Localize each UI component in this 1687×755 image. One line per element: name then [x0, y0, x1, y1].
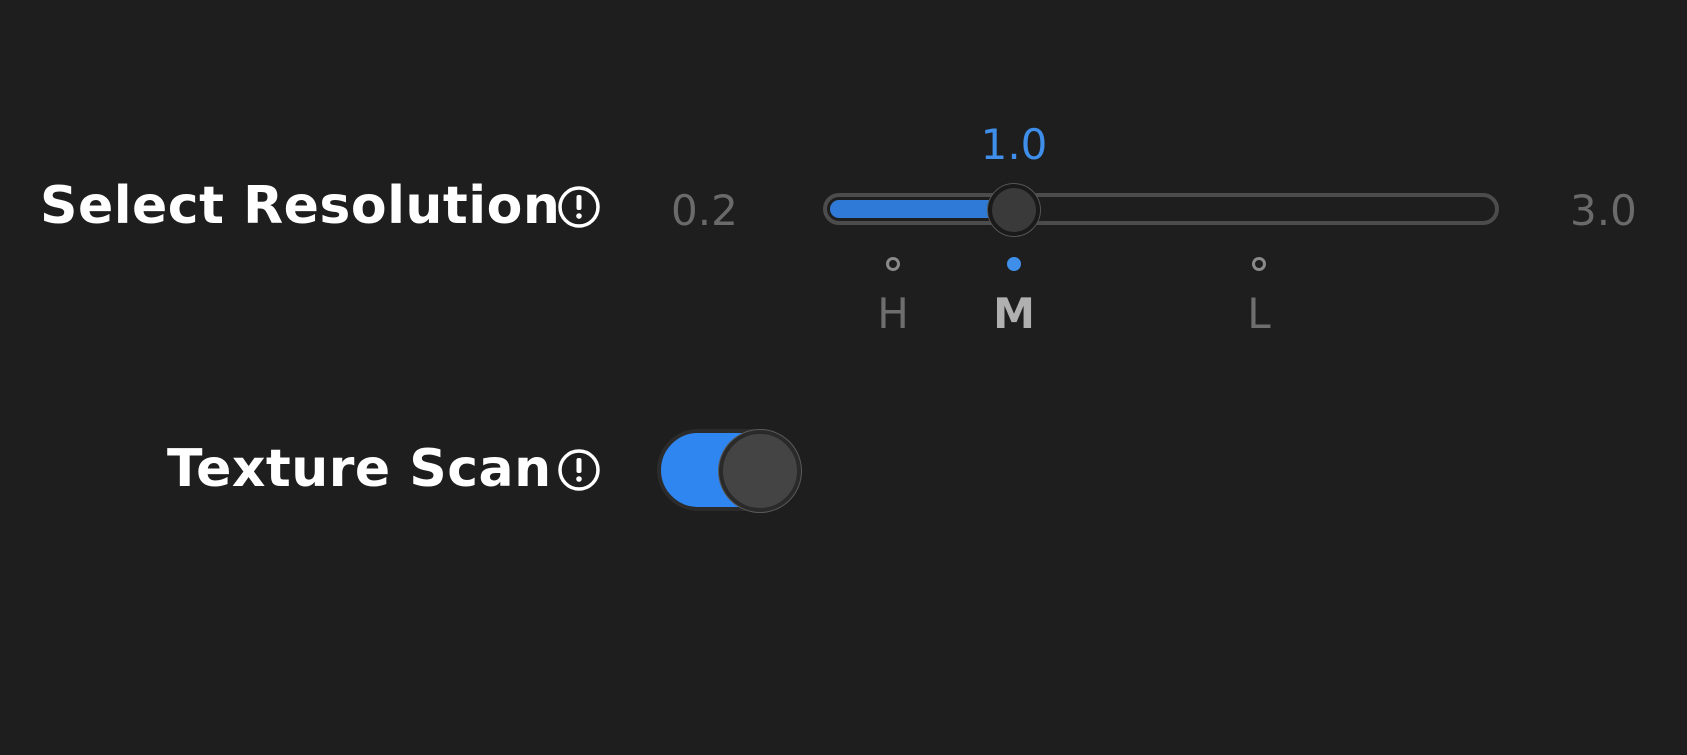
resolution-min-label: 0.2: [671, 186, 738, 235]
preset-medium[interactable]: M: [993, 257, 1035, 335]
preset-low[interactable]: L: [1247, 257, 1271, 335]
info-circle-icon[interactable]: [557, 448, 601, 492]
preset-label: H: [877, 289, 909, 338]
preset-dot-active: [1007, 257, 1021, 271]
scan-settings-panel: Select Resolution 0.2 1.0 3.0 H M L Text…: [0, 0, 1687, 755]
toggle-knob[interactable]: [719, 430, 801, 512]
texture-scan-label: Texture Scan: [167, 439, 552, 499]
preset-label: M: [993, 289, 1035, 338]
preset-high[interactable]: H: [877, 257, 909, 335]
resolution-max-label: 3.0: [1570, 186, 1637, 235]
preset-dot: [886, 257, 900, 271]
resolution-value: 1.0: [980, 120, 1048, 169]
resolution-slider-fill: [830, 200, 1014, 218]
preset-label: L: [1247, 289, 1271, 338]
info-circle-icon[interactable]: [557, 185, 601, 229]
resolution-slider-thumb[interactable]: [988, 184, 1040, 236]
resolution-label: Select Resolution: [40, 176, 561, 236]
preset-dot: [1252, 257, 1266, 271]
